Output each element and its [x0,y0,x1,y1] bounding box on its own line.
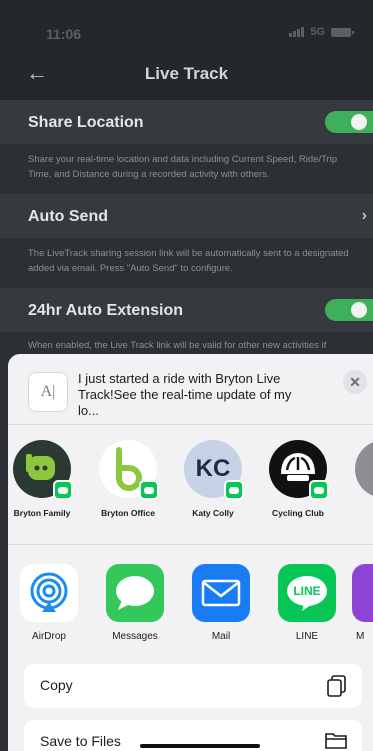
status-time: 11:06 [46,26,82,42]
toggle-knob [351,302,367,318]
messages-icon [106,564,164,622]
avatar-initials: KC [195,455,231,482]
close-button[interactable]: ✕ [343,370,367,394]
action-label: Save to Files [40,733,121,749]
contact-name: Bryton Office [101,508,155,518]
setting-auto-extension[interactable]: 24hr Auto Extension [0,288,373,332]
share-preview-text: I just started a ride with Bryton Live T… [78,371,292,418]
app-airdrop[interactable]: AirDrop [14,564,84,642]
contact-partial[interactable] [344,440,373,498]
folder-icon [324,730,348,751]
setting-label: Auto Send [28,208,108,225]
avatar [99,440,159,500]
copy-action[interactable]: Copy [24,664,362,708]
home-indicator [140,744,260,748]
setting-auto-send[interactable]: Auto Send › [0,194,373,238]
status-indicators: 5G [289,26,354,38]
chevron-right-icon: › [361,207,367,224]
network-label: 5G [310,26,325,38]
avatar [13,440,73,500]
contacts-row: Bryton Family Bryton Office KC Katy Coll… [8,440,373,548]
app-name: M [356,631,365,642]
divider [8,544,373,545]
app-name: Messages [112,631,158,642]
app-line[interactable]: LINE LINE [272,564,342,642]
action-label: Copy [40,677,73,693]
app-mail[interactable]: Mail [186,564,256,642]
line-icon: LINE [278,564,336,622]
share-sheet: A| I just started a ride with Bryton Liv… [8,354,373,751]
setting-label: 24hr Auto Extension [28,302,183,319]
copy-icon [326,674,348,703]
app-messages[interactable]: Messages [100,564,170,642]
nav-bar: ← Live Track [0,50,373,100]
more-app-icon [352,564,373,622]
line-logo-text: LINE [293,584,321,598]
contact-cycling-club[interactable]: Cycling Club [258,440,338,518]
status-bar: 11:06 5G [0,0,373,50]
page-title: Live Track [144,64,229,83]
auto-extension-toggle[interactable] [325,299,373,321]
line-badge-icon [224,480,244,500]
avatar [355,440,373,498]
contact-bryton-family[interactable]: Bryton Family [8,440,82,518]
battery-icon [331,27,354,37]
app-more[interactable]: M [346,564,373,642]
setting-share-location[interactable]: Share Location [0,100,373,144]
signal-icon [289,27,305,37]
app-name: LINE [295,631,319,642]
toggle-knob [351,114,367,130]
line-badge-icon [309,480,329,500]
airdrop-icon [20,564,78,622]
avatar [269,440,329,500]
divider [8,424,373,425]
contact-name: Cycling Club [272,508,324,518]
text-document-icon: A| [28,372,68,412]
contact-name: Katy Colly [192,508,234,518]
share-location-description: Share your real-time location and data i… [28,154,338,180]
share-location-toggle[interactable] [325,111,373,133]
avatar: KC [184,440,244,500]
auto-send-description: The LiveTrack sharing session link will … [28,248,349,274]
contact-bryton-office[interactable]: Bryton Office [88,440,168,518]
mail-icon [192,564,250,622]
auto-extension-description: When enabled, the Live Track link will b… [28,340,327,351]
contact-katy-colly[interactable]: KC Katy Colly [173,440,253,518]
line-badge-icon [139,480,159,500]
app-name: Mail [211,631,231,642]
app-name: AirDrop [32,631,66,642]
apps-row: AirDrop Messages Mail LINE LINE M [8,564,373,654]
contact-name: Bryton Family [13,508,71,518]
setting-label: Share Location [28,114,144,131]
share-preview: A| I just started a ride with Bryton Liv… [20,366,371,418]
line-badge-icon [53,480,73,500]
